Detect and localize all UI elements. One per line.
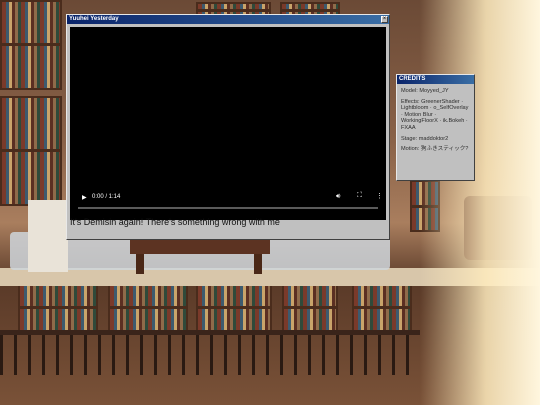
bookshelf: [0, 96, 62, 206]
progress-bar[interactable]: [78, 207, 378, 209]
close-button[interactable]: ×: [381, 16, 388, 23]
volume-icon: 🔊︎: [336, 193, 341, 200]
play-icon: ▶: [82, 195, 87, 201]
credits-window[interactable]: CREDITS Model: Moyyed_JY Effects: Greene…: [396, 74, 475, 181]
volume-button[interactable]: 🔊︎: [336, 193, 340, 201]
bookshelf: [108, 282, 188, 332]
more-options-button[interactable]: ⋮: [376, 192, 383, 200]
table-leg: [254, 254, 262, 274]
close-icon: ×: [382, 16, 387, 22]
bookshelf: [196, 282, 272, 332]
fullscreen-icon: ⛶: [357, 192, 362, 199]
sofa: [28, 200, 68, 272]
credit-effects: Effects: GreenerShader · Lightbloom · o_…: [401, 98, 469, 131]
credits-body: Model: Moyyed_JY Effects: GreenerShader …: [397, 84, 474, 153]
play-button[interactable]: ▶: [82, 194, 87, 201]
credits-titlebar[interactable]: CREDITS: [397, 75, 474, 84]
player-window-title: Yuuhei Yesterday: [69, 16, 119, 22]
more-options-icon: ⋮: [376, 193, 383, 200]
video-area[interactable]: ▶ 0:00 / 1:14 🔊︎ ⛶ ⋮: [70, 27, 386, 220]
player-titlebar[interactable]: Yuuhei Yesterday ×: [67, 15, 389, 24]
video-player-window[interactable]: Yuuhei Yesterday × ▶ 0:00 / 1:14 🔊︎ ⛶ ⋮ …: [66, 14, 390, 240]
coffee-table: [130, 240, 270, 254]
time-display: 0:00 / 1:14: [92, 194, 121, 200]
bookshelf: [18, 282, 98, 332]
bookshelf: [352, 282, 412, 332]
credit-model: Model: Moyyed_JY: [401, 88, 449, 94]
credit-stage: Stage: maddoktor2: [401, 135, 449, 142]
bookshelf: [0, 0, 62, 90]
table-leg: [136, 254, 144, 274]
credit-motion: Motion: 狗ふきスティック?: [401, 146, 469, 153]
video-controls: ▶ 0:00 / 1:14 🔊︎ ⛶ ⋮: [70, 192, 386, 220]
window-sunlight: [420, 0, 540, 405]
bookshelf: [282, 282, 338, 332]
subtitle-text: It's Demisin again! There's something wr…: [70, 217, 280, 227]
fullscreen-button[interactable]: ⛶: [357, 192, 362, 200]
balcony-railing: [0, 330, 420, 375]
credits-window-title: CREDITS: [399, 76, 426, 82]
